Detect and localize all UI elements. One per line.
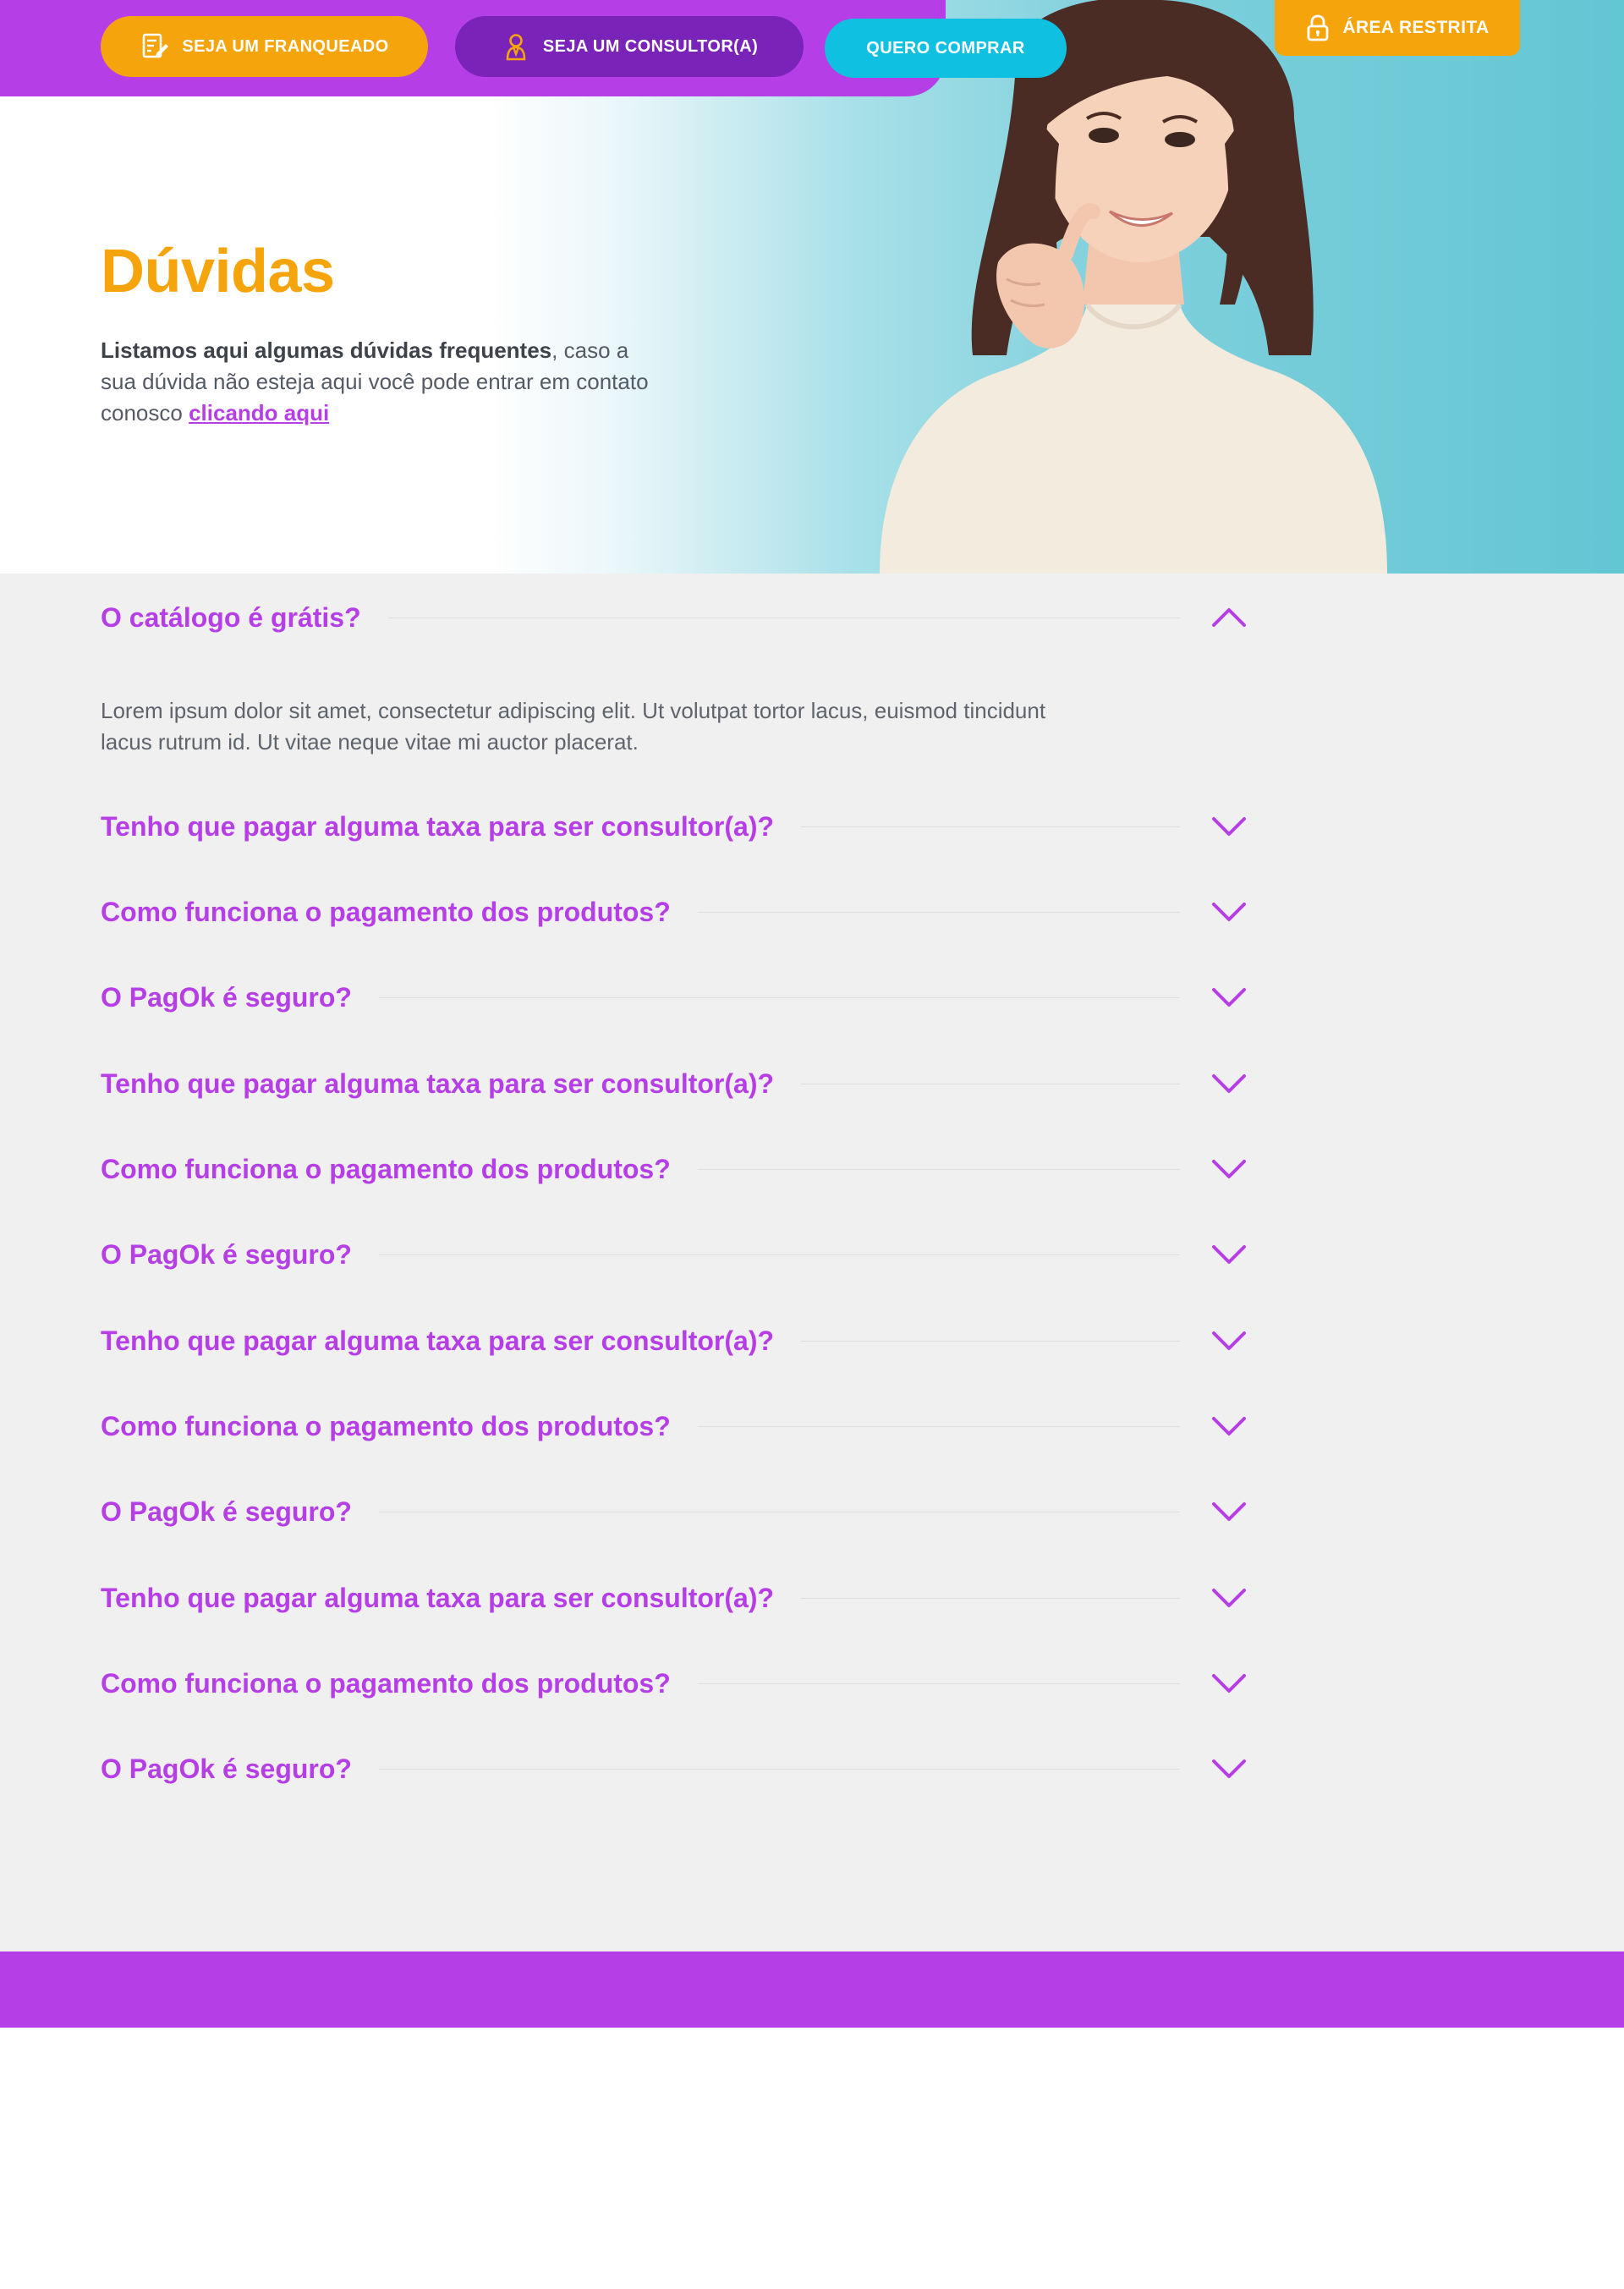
faq-question: O PagOk é seguro? xyxy=(101,1496,352,1527)
faq-section: O catálogo é grátis? Lorem ipsum dolor s… xyxy=(0,574,1624,1951)
chevron-down-icon[interactable] xyxy=(1210,1671,1248,1696)
hero-description-comma: , xyxy=(551,338,558,363)
hero-section: SEJA UM FRANQUEADO SEJA UM CONSULTOR(A) … xyxy=(0,0,1624,574)
faq-question: Tenho que pagar alguma taxa para ser con… xyxy=(101,1582,775,1613)
hero-description: Listamos aqui algumas dúvidas frequentes… xyxy=(101,335,659,429)
chevron-down-icon[interactable] xyxy=(1210,1756,1248,1781)
faq-question: Como funciona o pagamento dos produtos? xyxy=(101,1667,671,1699)
faq-question: O PagOk é seguro? xyxy=(101,1753,352,1784)
chevron-down-icon[interactable] xyxy=(1210,985,1248,1010)
faq-item-8[interactable]: Tenho que pagar alguma taxa para ser con… xyxy=(101,1320,1248,1362)
seja-consultor-label: SEJA UM CONSULTOR(A) xyxy=(542,36,759,56)
area-restrita-button[interactable]: ÁREA RESTRITA xyxy=(1275,0,1520,56)
page-title: Dúvidas xyxy=(101,238,335,305)
faq-divider xyxy=(697,1168,1180,1170)
document-pen-icon xyxy=(143,33,169,58)
faq-question: O PagOk é seguro? xyxy=(101,981,352,1013)
faq-item-7[interactable]: O PagOk é seguro? xyxy=(101,1233,1248,1276)
faq-question: Como funciona o pagamento dos produtos? xyxy=(101,1410,671,1441)
chevron-down-icon[interactable] xyxy=(1210,1413,1248,1439)
footer-band xyxy=(0,1951,1624,2028)
faq-item-1[interactable]: O catálogo é grátis? xyxy=(101,596,1248,639)
faq-item-3[interactable]: Como funciona o pagamento dos produtos? xyxy=(101,891,1248,933)
faq-divider xyxy=(697,1425,1180,1427)
faq-item-2[interactable]: Tenho que pagar alguma taxa para ser con… xyxy=(101,805,1248,848)
faq-divider xyxy=(697,911,1180,913)
quero-comprar-button[interactable]: QUERO COMPRAR xyxy=(825,19,1067,78)
chevron-down-icon[interactable] xyxy=(1210,1328,1248,1353)
faq-question: Como funciona o pagamento dos produtos? xyxy=(101,896,671,927)
quero-comprar-label: QUERO COMPRAR xyxy=(866,38,1025,58)
faq-question: O catálogo é grátis? xyxy=(101,601,361,633)
seja-franqueado-button[interactable]: SEJA UM FRANQUEADO xyxy=(101,16,428,77)
lock-icon xyxy=(1307,14,1329,41)
faq-divider xyxy=(378,996,1180,998)
chevron-down-icon[interactable] xyxy=(1210,1585,1248,1611)
faq-divider xyxy=(801,1340,1180,1342)
faq-divider xyxy=(378,1768,1180,1770)
faq-answer: Lorem ipsum dolor sit amet, consectetur … xyxy=(101,698,1046,755)
chevron-down-icon[interactable] xyxy=(1210,1242,1248,1267)
faq-divider xyxy=(801,1597,1180,1599)
faq-divider xyxy=(378,1254,1180,1255)
chevron-down-icon[interactable] xyxy=(1210,899,1248,925)
faq-item-5[interactable]: Tenho que pagar alguma taxa para ser con… xyxy=(101,1062,1248,1105)
chevron-down-icon[interactable] xyxy=(1210,1499,1248,1524)
area-restrita-label: ÁREA RESTRITA xyxy=(1342,18,1490,37)
faq-item-9[interactable]: Como funciona o pagamento dos produtos? xyxy=(101,1405,1248,1447)
faq-divider xyxy=(697,1682,1180,1684)
faq-question: O PagOk é seguro? xyxy=(101,1238,352,1270)
chevron-down-icon[interactable] xyxy=(1210,1156,1248,1182)
seja-franqueado-label: SEJA UM FRANQUEADO xyxy=(182,36,389,56)
faq-question: Como funciona o pagamento dos produtos? xyxy=(101,1153,671,1184)
faq-item-11[interactable]: Tenho que pagar alguma taxa para ser con… xyxy=(101,1577,1248,1619)
faq-item-10[interactable]: O PagOk é seguro? xyxy=(101,1490,1248,1533)
chevron-down-icon[interactable] xyxy=(1210,1071,1248,1096)
faq-item-4[interactable]: O PagOk é seguro? xyxy=(101,976,1248,1018)
contact-link[interactable]: clicando aqui xyxy=(189,400,329,425)
woman-photo xyxy=(880,0,1387,574)
faq-item-12[interactable]: Como funciona o pagamento dos produtos? xyxy=(101,1662,1248,1704)
faq-divider xyxy=(801,826,1180,827)
faq-question: Tenho que pagar alguma taxa para ser con… xyxy=(101,810,775,842)
consultant-person-icon xyxy=(506,34,526,61)
faq-item-13[interactable]: O PagOk é seguro? xyxy=(101,1748,1248,1790)
chevron-down-icon[interactable] xyxy=(1210,814,1248,839)
hero-description-bold: Listamos aqui algumas dúvidas frequentes xyxy=(101,338,552,363)
faq-question: Tenho que pagar alguma taxa para ser con… xyxy=(101,1325,775,1356)
faq-item-6[interactable]: Como funciona o pagamento dos produtos? xyxy=(101,1148,1248,1190)
seja-consultor-button[interactable]: SEJA UM CONSULTOR(A) xyxy=(455,16,804,77)
chevron-up-icon[interactable] xyxy=(1210,605,1248,630)
faq-question: Tenho que pagar alguma taxa para ser con… xyxy=(101,1068,775,1099)
